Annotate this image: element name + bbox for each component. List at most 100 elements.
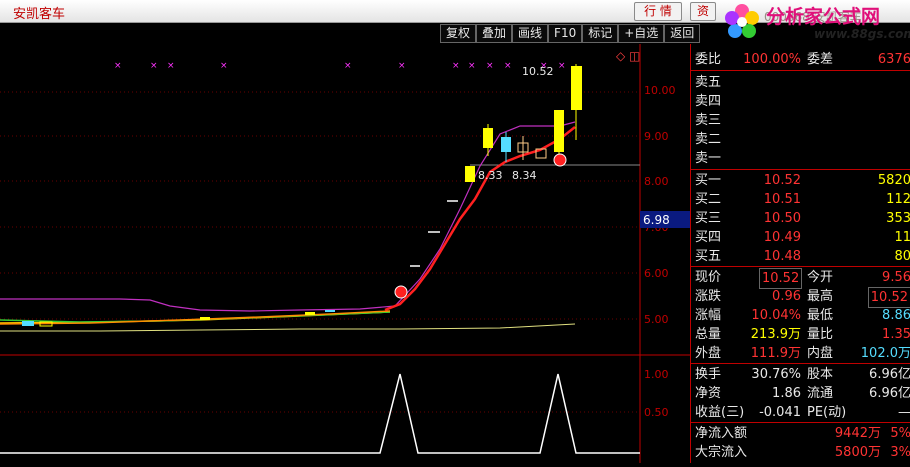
fundamental-label: 流通 <box>807 386 834 401</box>
chart-corner-icons[interactable]: ◇ ◫ <box>616 49 640 63</box>
site-logo: 000868 安凯客车 分析家公式网 www.88gs.com <box>716 0 910 44</box>
change-value: 0.96 <box>772 289 801 304</box>
open-price: 9.56 <box>882 270 910 285</box>
window-title: 安凯客车 <box>13 7 66 22</box>
toolbar-button-overlay[interactable]: 叠加 <box>476 24 513 43</box>
svg-text:×: × <box>114 61 122 71</box>
quote-button[interactable]: 行 情 <box>634 2 682 21</box>
high-price: 10.52 <box>867 287 910 308</box>
buy-row[interactable]: 买三 10.50 353 <box>691 209 910 228</box>
buy-price: 10.52 <box>763 173 801 188</box>
outer-volume: 111.9万 <box>750 346 801 361</box>
weicha-value: 6376 <box>877 52 910 67</box>
turnover-value: 30.76% <box>751 367 801 382</box>
buy-price: 10.50 <box>763 211 801 226</box>
high-price-label: 10.52 <box>522 65 554 78</box>
flow-row: 大宗流入 5800万 3% <box>691 443 910 462</box>
buy-volume: 80 <box>894 249 910 264</box>
buy-label: 买四 <box>695 230 722 245</box>
svg-text:×: × <box>167 61 175 71</box>
buy-volume: 112 <box>886 192 910 207</box>
stat-label: 涨幅 <box>695 308 722 323</box>
sell-row[interactable]: 卖四 <box>691 92 910 111</box>
price-tick: 9.00 <box>644 130 669 143</box>
fundamental-label: 净资 <box>695 386 722 401</box>
sell-label: 卖五 <box>695 75 722 90</box>
buy-label: 买五 <box>695 249 722 264</box>
stat-row: 现价 10.52 今开 9.56 <box>691 268 910 289</box>
buy-price: 10.51 <box>763 192 801 207</box>
current-price: 10.52 <box>759 268 803 289</box>
stat-row: 涨跌 0.96 最高 10.52 <box>691 287 910 308</box>
weibi-label: 委比 <box>695 52 722 67</box>
toolbar-button-back[interactable]: 返回 <box>664 24 701 43</box>
sell-label: 卖三 <box>695 113 722 128</box>
chart-canvas[interactable]: 10.00 9.00 8.00 7.00 6.00 5.00 1.00 0.50… <box>0 44 690 463</box>
toolbar-button-f10[interactable]: F10 <box>548 24 583 43</box>
net-assets: 1.86 <box>772 386 801 401</box>
logo-text: 分析家公式网 <box>766 6 881 28</box>
crosshair-value: 6.98 <box>643 213 670 227</box>
buy-label: 买二 <box>695 192 722 207</box>
divider <box>691 169 910 170</box>
low-price-label-left: 8.33 <box>478 169 503 182</box>
fundamental-label: PE(动) <box>807 405 847 420</box>
toolbar-button-mark[interactable]: 标记 <box>582 24 619 43</box>
logo-url: www.88gs.com <box>814 27 910 41</box>
ma-magenta-line <box>0 121 576 312</box>
buy-price: 10.48 <box>763 249 801 264</box>
info-button[interactable]: 资 <box>690 2 716 21</box>
low-price-label-right: 8.34 <box>512 169 537 182</box>
toolbar-button-draw[interactable]: 画线 <box>512 24 549 43</box>
kline-chart[interactable]: 10.00 9.00 8.00 7.00 6.00 5.00 1.00 0.50… <box>0 44 690 463</box>
change-percent: 10.04% <box>751 308 801 323</box>
low-price: 8.86 <box>882 308 910 323</box>
sell-row[interactable]: 卖一 <box>691 149 910 168</box>
svg-text:×: × <box>504 61 512 71</box>
fundamental-label: 换手 <box>695 367 722 382</box>
chart-toolbar: 复权 叠加 画线 F10 标记 +自选 返回 <box>440 24 701 43</box>
buy-row[interactable]: 买二 10.51 112 <box>691 190 910 209</box>
fundamental-label: 股本 <box>807 367 834 382</box>
price-tick: 5.00 <box>644 313 669 326</box>
stat-row: 总量 213.9万 量比 1.35 <box>691 325 910 344</box>
buy-row[interactable]: 买五 10.48 80 <box>691 247 910 266</box>
quote-panel: 委比 100.00% 委差 6376 卖五 卖四 卖三 卖二 卖一 买一 10.… <box>690 44 910 463</box>
stat-label: 现价 <box>695 270 722 285</box>
buy-volume: 11 <box>894 230 910 245</box>
sell-label: 卖四 <box>695 94 722 109</box>
buy-row[interactable]: 买四 10.49 11 <box>691 228 910 247</box>
buy-label: 买一 <box>695 173 722 188</box>
volume-ratio: 1.35 <box>882 327 910 342</box>
weicha-label: 委差 <box>807 52 834 67</box>
sell-row[interactable]: 卖二 <box>691 130 910 149</box>
svg-text:×: × <box>344 61 352 71</box>
pe-value: — <box>898 405 910 420</box>
flow-row: 净流入额 9442万 5% <box>691 424 910 443</box>
signal-ball-icon <box>394 285 408 299</box>
indicator-tick: 0.50 <box>644 406 669 419</box>
weibi-row: 委比 100.00% 委差 6376 <box>691 50 910 69</box>
buy-price: 10.49 <box>763 230 801 245</box>
fundamental-row: 净资 1.86 流通 6.96亿 <box>691 384 910 403</box>
sell-label: 卖二 <box>695 132 722 147</box>
toolbar-button-add-watchlist[interactable]: +自选 <box>618 24 665 43</box>
svg-text:×: × <box>150 61 158 71</box>
sell-row[interactable]: 卖五 <box>691 73 910 92</box>
buy-label: 买三 <box>695 211 722 226</box>
share-capital: 6.96亿 <box>869 367 910 382</box>
inner-volume: 102.0万 <box>860 346 910 361</box>
flow-label: 大宗流入 <box>695 445 748 460</box>
toolbar-button-fuquan[interactable]: 复权 <box>440 24 477 43</box>
stat-label: 量比 <box>807 327 834 342</box>
divider <box>691 363 910 364</box>
stat-row: 涨幅 10.04% 最低 8.86 <box>691 306 910 325</box>
price-tick: 10.00 <box>644 84 676 97</box>
svg-text:×: × <box>486 61 494 71</box>
sell-row[interactable]: 卖三 <box>691 111 910 130</box>
flow-percent: 3% <box>890 445 910 460</box>
stat-label: 今开 <box>807 270 834 285</box>
buy-volume: 5820 <box>877 173 910 188</box>
sell-label: 卖一 <box>695 151 722 166</box>
buy-row[interactable]: 买一 10.52 5820 <box>691 171 910 190</box>
